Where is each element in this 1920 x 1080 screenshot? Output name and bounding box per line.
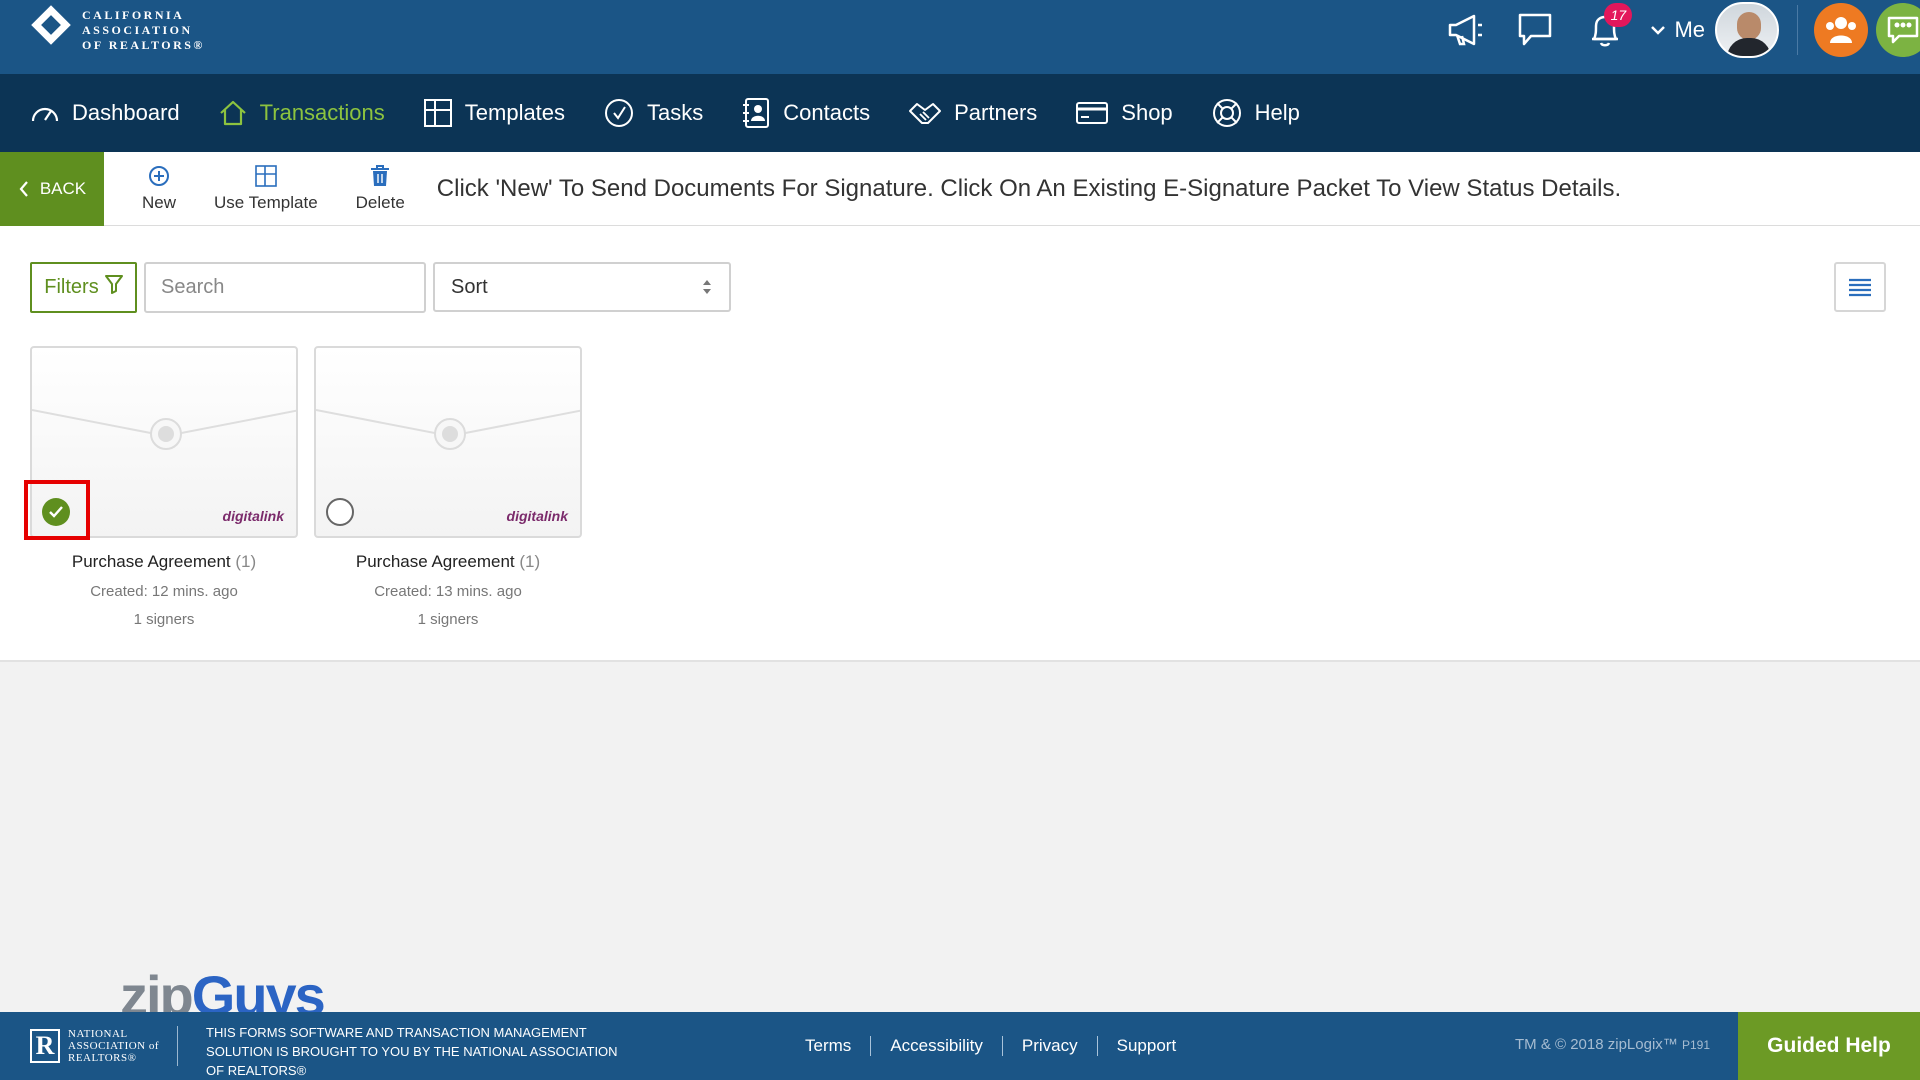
use-template-button[interactable]: Use Template [214, 152, 318, 226]
megaphone-icon [1449, 14, 1483, 46]
nav-transactions[interactable]: Transactions [218, 74, 385, 152]
trash-icon [371, 164, 390, 186]
chat-bubble-icon [1519, 13, 1552, 46]
people-icon [1826, 17, 1856, 43]
guided-help-button[interactable]: Guided Help [1738, 1012, 1920, 1080]
packet-toolbar: BACK New Use Template Delete Click 'New'… [0, 151, 1920, 226]
check-circle-icon [605, 99, 634, 127]
packet-envelope-thumbnail[interactable]: digitalink [314, 346, 582, 538]
nav-contacts[interactable]: Contacts [741, 74, 870, 152]
footer-disclaimer: THIS FORMS SOFTWARE AND TRANSACTION MANA… [206, 1024, 618, 1078]
nav-help[interactable]: Help [1211, 74, 1300, 152]
me-label: Me [1674, 17, 1705, 42]
packet-signers: 1 signers [417, 611, 479, 628]
back-button[interactable]: BACK [0, 151, 104, 226]
filter-funnel-icon [104, 274, 123, 294]
top-header: CALIFORNIA ASSOCIATION OF REALTORS® 17 M… [0, 0, 1920, 74]
nar-logo-text: NATIONAL ASSOCIATION of REALTORS® [68, 1028, 160, 1064]
footer-link-accessibility[interactable]: Accessibility [871, 1036, 1003, 1056]
digitalink-logo: digitalink [506, 508, 568, 524]
user-menu-toggle[interactable]: Me [1650, 17, 1705, 43]
footer-link-privacy[interactable]: Privacy [1003, 1036, 1098, 1056]
packet-signers: 1 signers [133, 611, 195, 628]
sort-arrows-icon [703, 280, 711, 294]
header-divider [1797, 5, 1798, 55]
nav-tasks[interactable]: Tasks [603, 74, 703, 152]
footer-divider [177, 1026, 179, 1066]
delete-button[interactable]: Delete [356, 152, 405, 226]
notifications-button[interactable]: 17 [1584, 3, 1633, 51]
community-chat-button[interactable] [1876, 3, 1920, 57]
packet-created: Created: 13 mins. ago [374, 583, 522, 600]
car-logo-mark-icon [30, 5, 72, 55]
car-logo[interactable]: CALIFORNIA ASSOCIATION OF REALTORS® [30, 0, 205, 60]
realtor-r-icon: R [30, 1029, 60, 1063]
packet-title: Purchase Agreement (1) [71, 552, 257, 571]
credit-card-icon [1076, 102, 1109, 124]
notification-count-badge: 17 [1604, 3, 1633, 27]
user-avatar[interactable] [1715, 2, 1779, 58]
car-logo-text: CALIFORNIA ASSOCIATION OF REALTORS® [82, 7, 205, 52]
digitalink-logo: digitalink [222, 508, 284, 524]
grid-icon [423, 99, 452, 127]
footer-link-terms[interactable]: Terms [786, 1036, 872, 1056]
chevron-down-icon [1651, 26, 1666, 35]
footer-link-support[interactable]: Support [1098, 1036, 1196, 1056]
search-input[interactable] [144, 262, 426, 313]
header-icons: 17 Me [1430, 0, 1920, 60]
packet-created: Created: 12 mins. ago [90, 583, 238, 600]
sort-select[interactable]: Sort [433, 262, 731, 312]
list-lines-icon [1849, 278, 1871, 297]
nar-logo[interactable]: R NATIONAL ASSOCIATION of REALTORS® [30, 1028, 159, 1064]
packet-select-checkbox[interactable] [326, 498, 354, 526]
footer-links: Terms Accessibility Privacy Support [786, 1036, 1195, 1056]
nav-partners[interactable]: Partners [908, 74, 1037, 152]
agent-support-button[interactable] [1814, 3, 1868, 57]
gauge-icon [31, 107, 59, 122]
packet-card[interactable]: digitalink Purchase Agreement (1) Create… [314, 346, 582, 628]
packet-card[interactable]: digitalink Purchase Agreement (1) Create… [24, 346, 298, 628]
version-label: P191 [1681, 1038, 1710, 1052]
copyright: TM & © 2018 zipLogix™ P191 [1515, 1036, 1710, 1053]
announcements-button[interactable] [1444, 9, 1486, 51]
nav-shop[interactable]: Shop [1075, 74, 1173, 152]
house-icon [219, 100, 246, 126]
nav-dashboard[interactable]: Dashboard [30, 74, 180, 152]
toolbar-instructions: Click 'New' To Send Documents For Signat… [436, 174, 1622, 202]
life-ring-icon [1212, 99, 1241, 127]
chevron-left-icon [19, 180, 28, 197]
group-chat-icon [1887, 16, 1919, 44]
packets-panel: Filters Sort digitalink [0, 226, 1920, 662]
template-grid-icon [255, 164, 277, 187]
plus-circle-icon [149, 165, 169, 186]
filters-button[interactable]: Filters [30, 262, 137, 313]
new-button[interactable]: New [142, 152, 176, 226]
footer: R NATIONAL ASSOCIATION of REALTORS® THIS… [0, 1012, 1920, 1080]
packet-title: Purchase Agreement (1) [355, 552, 541, 571]
handshake-icon [909, 103, 942, 124]
list-view-toggle[interactable] [1834, 262, 1886, 312]
messages-button[interactable] [1514, 9, 1556, 51]
address-book-icon [743, 98, 770, 128]
nav-templates[interactable]: Templates [423, 74, 565, 152]
main-navigation: Dashboard Transactions Templates Tasks C… [0, 74, 1920, 152]
selection-highlight [24, 480, 90, 540]
